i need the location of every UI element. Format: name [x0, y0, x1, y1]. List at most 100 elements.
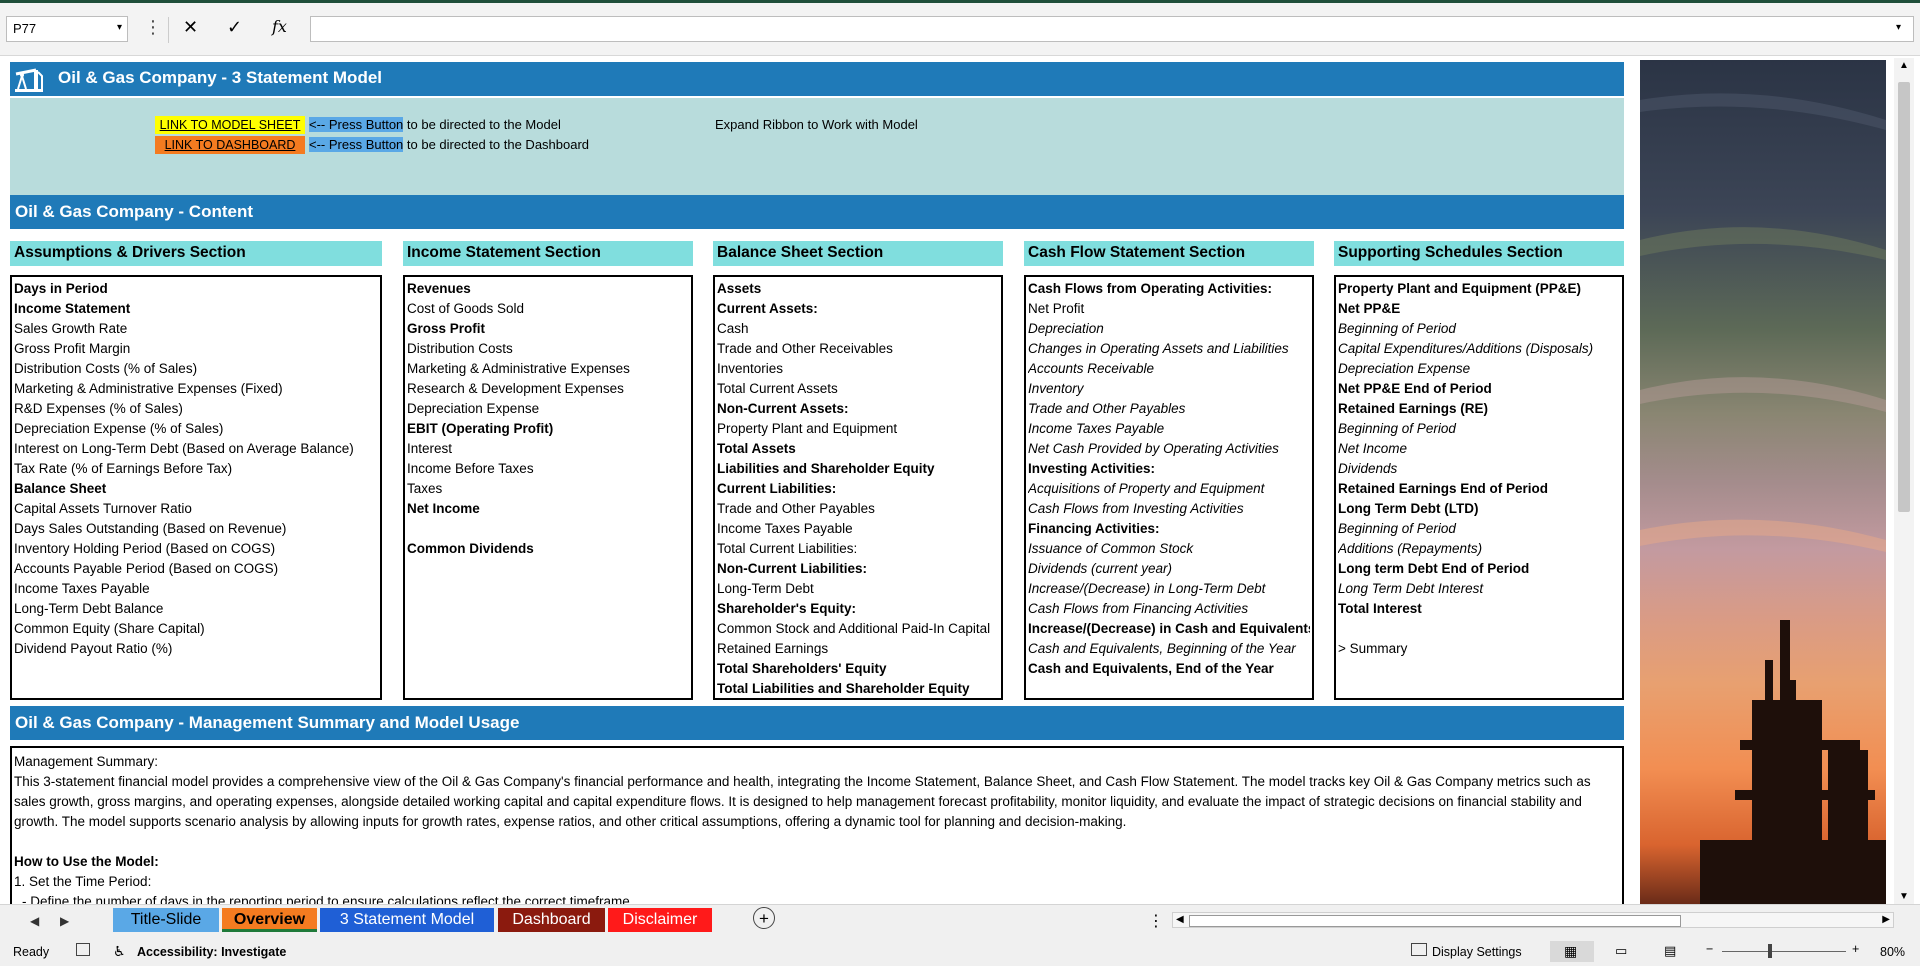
accessibility-icon[interactable]: ♿ [113, 943, 126, 960]
model-hint-text: to be directed to the Model [403, 117, 561, 132]
list-item: Current Liabilities: [717, 481, 837, 496]
list-item: Interest on Long-Term Debt (Based on Ave… [14, 441, 354, 456]
list-item: Depreciation [1028, 321, 1104, 336]
insert-function-icon[interactable]: fx [272, 17, 287, 36]
scroll-left-icon[interactable]: ◀ [1176, 914, 1184, 925]
refinery-sunset-image [1640, 60, 1886, 904]
page-break-preview-icon[interactable]: ▤ [1664, 943, 1676, 959]
add-sheet-icon[interactable]: + [753, 907, 775, 929]
supporting-schedules-list: Property Plant and Equipment (PP&E) Net P… [1334, 275, 1624, 700]
list-item: Long Term Debt (LTD) [1338, 501, 1479, 516]
zoom-in-icon[interactable]: + [1852, 942, 1859, 956]
list-item: Net Cash Provided by Operating Activitie… [1028, 441, 1279, 456]
zoom-level[interactable]: 80% [1880, 945, 1905, 959]
howto-step-1-detail: - Define the number of days in the repor… [22, 894, 634, 904]
sheet-tab[interactable]: Overview [222, 908, 317, 932]
zoom-slider-thumb[interactable] [1768, 944, 1772, 958]
dashboard-hint-text: to be directed to the Dashboard [403, 137, 590, 152]
worksheet-area[interactable]: Oil & Gas Company - 3 Statement Model LI… [0, 56, 1920, 904]
sheet-tab-bar: ◀ ▶ Title-Slide Overview 3 Statement Model… [0, 904, 1920, 939]
sheet-tab[interactable]: 3 Statement Model [320, 908, 494, 932]
list-item: Accounts Payable Period (Based on COGS) [14, 561, 279, 576]
sheet-tab[interactable]: Dashboard [498, 908, 605, 932]
list-item: Inventory Holding Period (Based on COGS) [14, 541, 276, 556]
list-item: Issuance of Common Stock [1028, 541, 1194, 556]
list-item [1338, 619, 1620, 639]
horizontal-scrollbar[interactable]: ◀ ▶ [1172, 912, 1894, 928]
press-hint-highlight: <-- Press Button [309, 117, 404, 132]
list-item: Trade and Other Receivables [717, 341, 893, 356]
list-item: Beginning of Period [1338, 421, 1456, 436]
list-item: Depreciation Expense [407, 401, 540, 416]
list-item: Total Current Assets [717, 381, 838, 396]
list-item: Beginning of Period [1338, 521, 1456, 536]
display-settings-icon[interactable] [1411, 943, 1427, 956]
list-item: Sales Growth Rate [14, 321, 128, 336]
display-settings-button[interactable]: Display Settings [1432, 945, 1522, 959]
list-item: Increase/(Decrease) in Cash and Equivale… [1028, 621, 1310, 636]
cancel-icon[interactable]: ✕ [183, 17, 198, 38]
zoom-out-icon[interactable]: − [1706, 942, 1713, 956]
normal-view-icon[interactable]: ▦ [1564, 943, 1577, 960]
enter-icon[interactable]: ✓ [227, 17, 242, 38]
press-hint-highlight: <-- Press Button [309, 137, 404, 152]
previous-sheet-icon[interactable]: ◀ [30, 914, 39, 928]
list-item: Financing Activities: [1028, 521, 1160, 536]
content-title: Oil & Gas Company - Content [15, 202, 254, 221]
macro-recording-icon[interactable] [76, 943, 90, 956]
list-item: Changes in Operating Assets and Liabilit… [1028, 341, 1289, 356]
list-item: Total Shareholders' Equity [717, 661, 887, 676]
horizontal-scroll-thumb[interactable] [1189, 915, 1681, 927]
name-box[interactable]: P77 ▾ [6, 16, 128, 42]
more-options-icon[interactable]: ⋮ [1148, 911, 1164, 931]
vertical-scroll-thumb[interactable] [1898, 82, 1910, 512]
name-box-value: P77 [13, 21, 37, 36]
model-hint: <-- Press Button to be directed to the M… [309, 116, 561, 134]
list-item: Cash and Equivalents, Beginning of the Y… [1028, 641, 1296, 656]
list-item: Capital Assets Turnover Ratio [14, 501, 192, 516]
list-item: Taxes [407, 481, 443, 496]
list-item: Property Plant and Equipment [717, 421, 898, 436]
scroll-right-icon[interactable]: ▶ [1882, 914, 1890, 925]
list-item: Depreciation Expense [1338, 361, 1471, 376]
assumptions-list: Days in Period Income Statement Sales Grow… [10, 275, 382, 700]
list-item: Income Statement [14, 301, 131, 316]
list-item: Acquisitions of Property and Equipment [1028, 481, 1265, 496]
zoom-slider[interactable] [1722, 951, 1846, 952]
accessibility-status[interactable]: Accessibility: Investigate [137, 945, 286, 959]
list-item: Assets [717, 281, 762, 296]
balance-sheet-list: Assets Current Assets: Cash Trade and Other… [713, 275, 1003, 700]
scroll-up-icon[interactable]: ▲ [1899, 60, 1909, 71]
list-item: Shareholder's Equity: [717, 601, 856, 616]
list-item: Net PP&E End of Period [1338, 381, 1492, 396]
page-layout-icon[interactable]: ▭ [1615, 943, 1627, 959]
management-title: Oil & Gas Company - Management Summary a… [15, 713, 520, 732]
chevron-down-icon[interactable]: ▾ [117, 22, 122, 33]
list-item: Income Taxes Payable [14, 581, 150, 596]
list-item: Long Term Debt Interest [1338, 581, 1484, 596]
list-item: Trade and Other Payables [1028, 401, 1186, 416]
list-item: Net Profit [1028, 301, 1085, 316]
list-item: Depreciation Expense (% of Sales) [14, 421, 224, 436]
list-item: Long-Term Debt [717, 581, 814, 596]
next-sheet-icon[interactable]: ▶ [60, 914, 69, 928]
list-item [407, 519, 689, 539]
content-banner: Oil & Gas Company - Content [10, 195, 1624, 229]
vertical-scrollbar[interactable]: ▲ ▼ [1894, 58, 1914, 904]
link-to-dashboard-button[interactable]: LINK TO DASHBOARD [155, 136, 305, 154]
more-options-icon[interactable]: ⋮ [144, 17, 162, 38]
list-item: Cash and Equivalents, End of the Year [1028, 661, 1274, 676]
sheet-tab[interactable]: Disclaimer [608, 908, 712, 932]
list-item: Long term Debt End of Period [1338, 561, 1530, 576]
list-item: Retained Earnings End of Period [1338, 481, 1549, 496]
sheet-tab[interactable]: Title-Slide [113, 908, 219, 932]
list-item: Non-Current Liabilities: [717, 561, 868, 576]
list-item: Tax Rate (% of Earnings Before Tax) [14, 461, 233, 476]
list-item: Gross Profit Margin [14, 341, 131, 356]
expand-formula-bar-icon[interactable]: ▾ [1896, 22, 1901, 33]
list-item: Long-Term Debt Balance [14, 601, 164, 616]
scroll-down-icon[interactable]: ▼ [1899, 891, 1909, 902]
link-to-model-button[interactable]: LINK TO MODEL SHEET [155, 116, 305, 134]
formula-input[interactable] [310, 16, 1914, 42]
formula-bar: P77 ▾ ⋮ ✕ ✓ fx ▾ [0, 3, 1920, 56]
